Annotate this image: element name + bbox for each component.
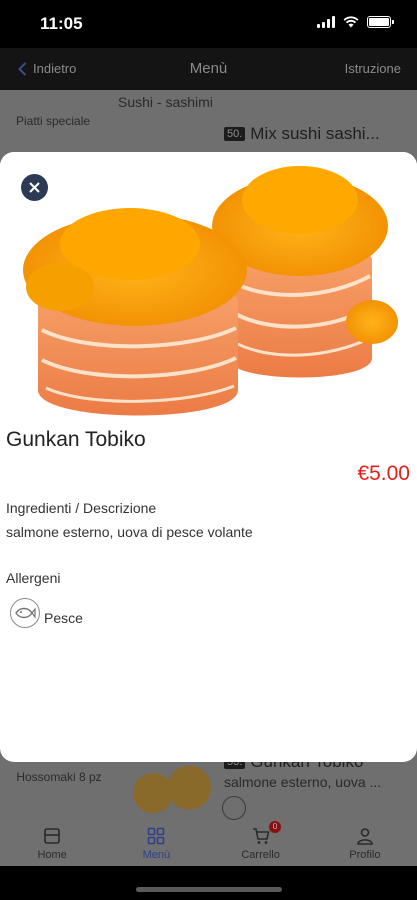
- category-side-label[interactable]: Hossomaki 8 pz: [14, 770, 104, 785]
- nav-bar: Indietro Menù Istruzione: [0, 48, 417, 90]
- item-thumbnail[interactable]: [126, 766, 216, 820]
- tab-label: Menù: [142, 849, 171, 861]
- allergen-name: Pesce: [44, 610, 83, 626]
- home-indicator[interactable]: [136, 887, 282, 892]
- item-price: €5.00: [357, 462, 410, 485]
- status-bar: 11:05: [0, 0, 417, 48]
- item-name: Gunkan Tobiko: [6, 428, 146, 451]
- wifi-icon: [343, 16, 359, 28]
- item-description: salmone esterno, uova ...: [224, 774, 382, 790]
- item-photo: [0, 152, 417, 424]
- battery-icon: [367, 16, 394, 28]
- item-number-badge: 50.: [224, 127, 246, 141]
- category-title: Sushi - sashimi: [118, 94, 213, 110]
- description-label: Ingredienti / Descrizione: [6, 500, 157, 516]
- status-time: 11:05: [40, 14, 83, 33]
- close-icon: [29, 182, 40, 193]
- category-side-label[interactable]: Piatti speciale: [16, 114, 90, 128]
- item-description: salmone esterno, uova di pesce volante: [6, 524, 253, 540]
- profile-icon: [357, 828, 373, 845]
- cart-count-badge: 0: [268, 821, 281, 833]
- sushi-illustration: [23, 166, 398, 416]
- tab-bar: Home Menù 0 Carrello Profilo: [0, 820, 417, 866]
- item-detail-modal: Gunkan Tobiko €5.00 Ingredienti / Descri…: [0, 152, 417, 762]
- home-icon: [44, 828, 60, 844]
- tab-menu[interactable]: Menù: [104, 820, 208, 866]
- item-name: Mix sushi sashi...: [250, 124, 380, 143]
- home-indicator-area: [0, 866, 417, 900]
- signal-icon: [317, 16, 335, 28]
- menu-item-title[interactable]: 50. Mix sushi sashi...: [224, 124, 380, 144]
- tab-label: Carrello: [241, 849, 280, 861]
- tab-label: Profilo: [349, 849, 381, 861]
- allergen-item: Pesce: [10, 598, 83, 628]
- menu-grid-icon: [148, 827, 165, 845]
- close-button[interactable]: [21, 174, 48, 201]
- tab-profile[interactable]: Profilo: [313, 820, 417, 866]
- fish-icon: [10, 598, 40, 628]
- allergens-label: Allergeni: [6, 570, 61, 586]
- instructions-button[interactable]: Istruzione: [345, 61, 401, 76]
- tab-home[interactable]: Home: [0, 820, 104, 866]
- tab-label: Home: [37, 849, 67, 861]
- tab-cart[interactable]: 0 Carrello: [209, 820, 313, 866]
- fish-icon: [222, 796, 246, 820]
- cart-icon: [252, 828, 270, 844]
- status-icons: [317, 16, 394, 28]
